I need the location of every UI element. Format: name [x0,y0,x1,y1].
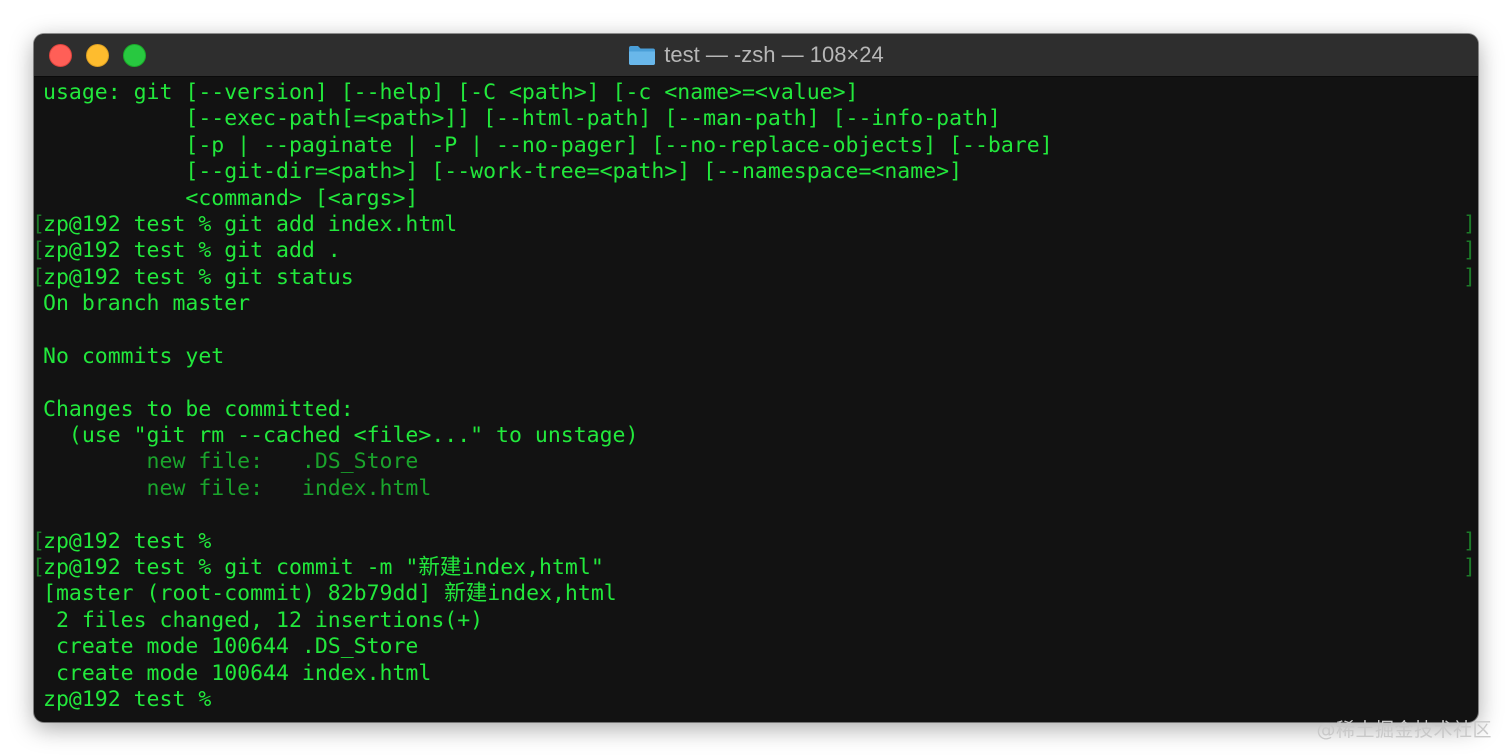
terminal-line: create mode 100644 index.html [34,661,1478,687]
terminal-line: (use "git rm --cached <file>..." to unst… [34,423,1478,449]
terminal-line: <command> [<args>] [34,186,1478,212]
terminal-line-text: (use "git rm --cached <file>..." to unst… [43,423,639,449]
terminal-line-text: zp@192 test % [43,686,212,712]
terminal-line: [--exec-path[=<path>]] [--html-path] [--… [34,106,1478,132]
terminal-line-text: 2 files changed, 12 insertions(+) [43,607,484,633]
window-title-group: test — -zsh — 108×24 [34,34,1478,76]
terminal-line: 2 files changed, 12 insertions(+) [34,608,1478,634]
terminal-line-text: create mode 100644 index.html [43,660,432,686]
line-mark-left: [ [34,529,45,555]
terminal-line-text: create mode 100644 .DS_Store [43,634,419,660]
terminal-line: [zp@192 test % git add .] [34,238,1478,264]
terminal-line-text: zp@192 test % git status [43,264,354,290]
terminal-line-text: zp@192 test % git commit -m "新建index,htm… [43,555,604,581]
terminal-line: [zp@192 test %] [34,529,1478,555]
terminal-line: [master (root-commit) 82b79dd] 新建index,h… [34,581,1478,607]
terminal-line-text: [master (root-commit) 82b79dd] 新建index,h… [43,581,617,607]
terminal-line: Changes to be committed: [34,397,1478,423]
terminal-line-text: No commits yet [43,343,225,369]
terminal-line: new file: index.html [34,476,1478,502]
terminal-line-text: [--git-dir=<path>] [--work-tree=<path>] … [43,159,963,185]
terminal-line-text: Changes to be committed: [43,396,354,422]
terminal-line-text: [--exec-path[=<path>]] [--html-path] [--… [43,106,1001,132]
line-mark-right: ] [1463,555,1476,581]
terminal-line: [zp@192 test % git add index.html] [34,212,1478,238]
window-title: test — -zsh — 108×24 [664,42,884,67]
terminal-line: No commits yet [34,344,1478,370]
terminal-line: [-p | --paginate | -P | --no-pager] [--n… [34,133,1478,159]
line-mark-right: ] [1463,211,1476,237]
terminal-line: new file: .DS_Store [34,449,1478,475]
line-mark-left: [ [34,555,45,581]
line-mark-right: ] [1463,238,1476,264]
terminal-line-text: On branch master [43,291,251,317]
terminal-line-text: <command> [<args>] [43,185,419,211]
line-mark-right: ] [1463,264,1476,290]
folder-icon [629,46,656,65]
watermark: @稀土掘金技术社区 [1316,719,1492,741]
line-mark-right: ] [1463,528,1476,554]
terminal-window: test — -zsh — 108×24 usage: git [--versi… [34,34,1478,722]
terminal-line: [zp@192 test % git status] [34,265,1478,291]
terminal-line-text: usage: git [--version] [--help] [-C <pat… [43,80,859,105]
terminal-output[interactable]: usage: git [--version] [--help] [-C <pat… [34,77,1478,713]
terminal-line-text: zp@192 test % git add index.html [43,211,458,237]
line-mark-left: [ [34,238,45,264]
terminal-line-text: new file: index.html [43,475,432,501]
terminal-line: [--git-dir=<path>] [--work-tree=<path>] … [34,159,1478,185]
title-bar[interactable]: test — -zsh — 108×24 [34,34,1478,77]
terminal-line: create mode 100644 .DS_Store [34,634,1478,660]
terminal-line: [zp@192 test % git commit -m "新建index,ht… [34,555,1478,581]
terminal-line-text: new file: .DS_Store [43,449,419,475]
terminal-line: On branch master [34,291,1478,317]
terminal-line-text: [-p | --paginate | -P | --no-pager] [--n… [43,132,1053,158]
terminal-line: zp@192 test % [34,687,1478,713]
terminal-line-text: zp@192 test % git add . [43,238,341,264]
terminal-line-text: zp@192 test % [43,528,212,554]
terminal-line: usage: git [--version] [--help] [-C <pat… [34,80,1478,106]
line-mark-left: [ [34,212,45,238]
line-mark-left: [ [34,265,45,291]
